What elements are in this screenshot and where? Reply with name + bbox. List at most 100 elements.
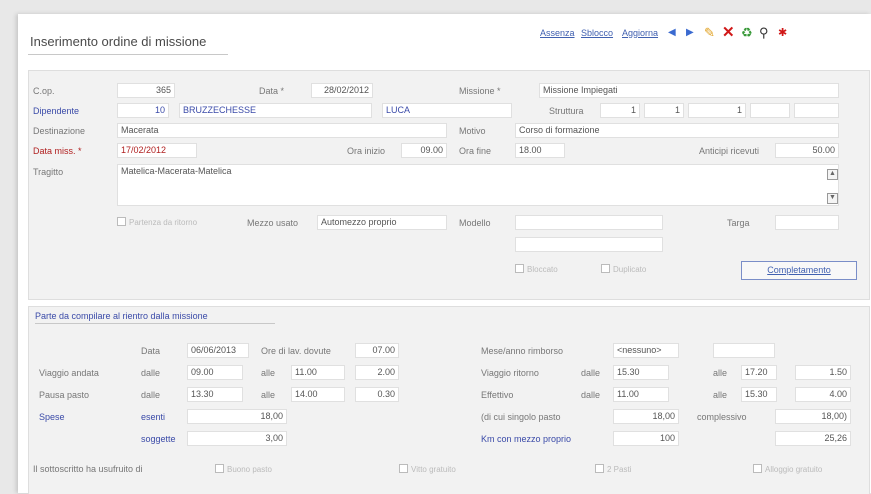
andata-alle-label: alle (261, 368, 276, 378)
missione-panel: C.op. 365 Data * 28/02/2012 Missione * M… (28, 70, 870, 300)
km-mezzo-proprio-field[interactable]: 100 (613, 431, 679, 446)
struttura-field-5[interactable] (794, 103, 839, 118)
data-label: Data * (259, 86, 285, 96)
destinazione-field[interactable]: Macerata (117, 123, 447, 138)
singolo-pasto-field[interactable]: 18,00 (613, 409, 679, 424)
andata-dalle-field[interactable]: 09.00 (187, 365, 243, 380)
complessivo-label: complessivo (697, 412, 747, 422)
duplicato-checkbox[interactable]: Duplicato (601, 264, 646, 274)
delete-x-icon[interactable]: ✕ (722, 23, 735, 41)
due-pasti-checkbox-box[interactable] (595, 464, 604, 473)
recycle-icon[interactable]: ♻ (741, 25, 753, 41)
anticipi-label: Anticipi ricevuti (699, 146, 760, 156)
alloggio-gratuito-label: Alloggio gratuito (765, 465, 823, 474)
partenza-checkbox-box[interactable] (117, 217, 126, 226)
tragitto-label: Tragitto (33, 167, 64, 177)
aggiorna-link[interactable]: Aggiorna (622, 28, 658, 38)
effettivo-dalle-field[interactable]: 11.00 (613, 387, 669, 402)
tragitto-scroll-up-icon[interactable]: ▲ (827, 169, 838, 180)
dipendente-cognome-field[interactable]: BRUZZECHESSE (179, 103, 372, 118)
vitto-gratuito-checkbox-box[interactable] (399, 464, 408, 473)
alloggio-gratuito-checkbox-box[interactable] (753, 464, 762, 473)
andata-alle-field[interactable]: 11.00 (291, 365, 345, 380)
modello-field-1[interactable] (515, 215, 663, 230)
mese-rimborso-field[interactable]: <nessuno> (613, 343, 679, 358)
bloccato-checkbox-box[interactable] (515, 264, 524, 273)
complessivo-field[interactable]: 18,00) (775, 409, 851, 424)
modello-field-2[interactable] (515, 237, 663, 252)
andata-dalle-label: dalle (141, 368, 161, 378)
viaggio-andata-label: Viaggio andata (39, 368, 99, 378)
partenza-checkbox[interactable]: Partenza da ritorno (117, 217, 197, 227)
arrow-left-icon[interactable]: ◀ (668, 27, 676, 38)
main-page: Inserimento ordine di missione Assenza S… (18, 14, 871, 494)
struttura-field-3[interactable]: 1 (688, 103, 746, 118)
data-field[interactable]: 28/02/2012 (311, 83, 373, 98)
ritorno-totale-field[interactable]: 1.50 (795, 365, 851, 380)
anticipi-field[interactable]: 50.00 (775, 143, 839, 158)
ore-dovute-label: Ore di lav. dovute (261, 346, 331, 356)
pausa-alle-field[interactable]: 14.00 (291, 387, 345, 402)
buono-pasto-checkbox[interactable]: Buono pasto (215, 464, 272, 474)
cop-field[interactable]: 365 (117, 83, 175, 98)
km-mezzo-proprio-label: Km con mezzo proprio (481, 434, 572, 444)
tragitto-scroll-down-icon[interactable]: ▼ (827, 193, 838, 204)
rientro-panel: Parte da compilare al rientro dalla miss… (28, 306, 870, 494)
assenza-link[interactable]: Assenza (540, 28, 575, 38)
mezzo-field[interactable]: Automezzo proprio (317, 215, 447, 230)
motivo-label: Motivo (459, 126, 486, 136)
alloggio-gratuito-checkbox[interactable]: Alloggio gratuito (753, 464, 822, 474)
struttura-field-4[interactable] (750, 103, 790, 118)
dipendente-code-field[interactable]: 10 (117, 103, 169, 118)
effettivo-alle-field[interactable]: 15.30 (741, 387, 777, 402)
bloccato-checkbox[interactable]: Bloccato (515, 264, 558, 274)
dipendente-nome-field[interactable]: LUCA (382, 103, 512, 118)
bloccato-label: Bloccato (527, 265, 558, 274)
mese-rimborso-extra-field[interactable] (713, 343, 775, 358)
due-pasti-label: 2 Pasti (607, 465, 632, 474)
andata-totale-field[interactable]: 2.00 (355, 365, 399, 380)
struttura-field-1[interactable]: 1 (600, 103, 640, 118)
ora-inizio-label: Ora inizio (347, 146, 386, 156)
rientro-data-field[interactable]: 06/06/2013 (187, 343, 249, 358)
edit-pencil-icon[interactable]: ✎ (704, 25, 715, 41)
esenti-field[interactable]: 18,00 (187, 409, 287, 424)
motivo-field[interactable]: Corso di formazione (515, 123, 839, 138)
effettivo-totale-field[interactable]: 4.00 (795, 387, 851, 402)
stop-icon[interactable]: ✱ (778, 26, 787, 39)
destinazione-label: Destinazione (33, 126, 86, 136)
ore-dovute-field[interactable]: 07.00 (355, 343, 399, 358)
duplicato-label: Duplicato (613, 265, 647, 274)
sblocco-link[interactable]: Sblocco (581, 28, 613, 38)
completamento-button[interactable]: Completamento (741, 261, 857, 280)
struttura-field-2[interactable]: 1 (644, 103, 684, 118)
effettivo-alle-label: alle (713, 390, 728, 400)
esenti-label: esenti (141, 412, 166, 422)
missione-label: Missione * (459, 86, 501, 96)
spese-label: Spese (39, 412, 65, 422)
duplicato-checkbox-box[interactable] (601, 264, 610, 273)
km-importo-field[interactable]: 25,26 (775, 431, 851, 446)
vitto-gratuito-label: Vitto gratuito (411, 465, 456, 474)
pausa-totale-field[interactable]: 0.30 (355, 387, 399, 402)
ora-fine-field[interactable]: 18.00 (515, 143, 565, 158)
vitto-gratuito-checkbox[interactable]: Vitto gratuito (399, 464, 456, 474)
modello-label: Modello (459, 218, 491, 228)
targa-label: Targa (727, 218, 750, 228)
due-pasti-checkbox[interactable]: 2 Pasti (595, 464, 631, 474)
ritorno-dalle-field[interactable]: 15.30 (613, 365, 669, 380)
data-missione-field[interactable]: 17/02/2012 (117, 143, 197, 158)
ora-inizio-field[interactable]: 09.00 (401, 143, 447, 158)
soggette-field[interactable]: 3,00 (187, 431, 287, 446)
ritorno-dalle-label: dalle (581, 368, 601, 378)
pausa-dalle-field[interactable]: 13.30 (187, 387, 243, 402)
tragitto-textarea[interactable]: Matelica-Macerata-Matelica (117, 164, 839, 206)
missione-field[interactable]: Missione Impiegati (539, 83, 839, 98)
buono-pasto-checkbox-box[interactable] (215, 464, 224, 473)
arrow-right-icon[interactable]: ▶ (686, 27, 694, 38)
mezzo-label: Mezzo usato (247, 218, 299, 228)
ritorno-alle-field[interactable]: 17.20 (741, 365, 777, 380)
targa-field[interactable] (775, 215, 839, 230)
ritorno-alle-label: alle (713, 368, 728, 378)
binoculars-icon[interactable]: ⚲ (759, 25, 769, 41)
